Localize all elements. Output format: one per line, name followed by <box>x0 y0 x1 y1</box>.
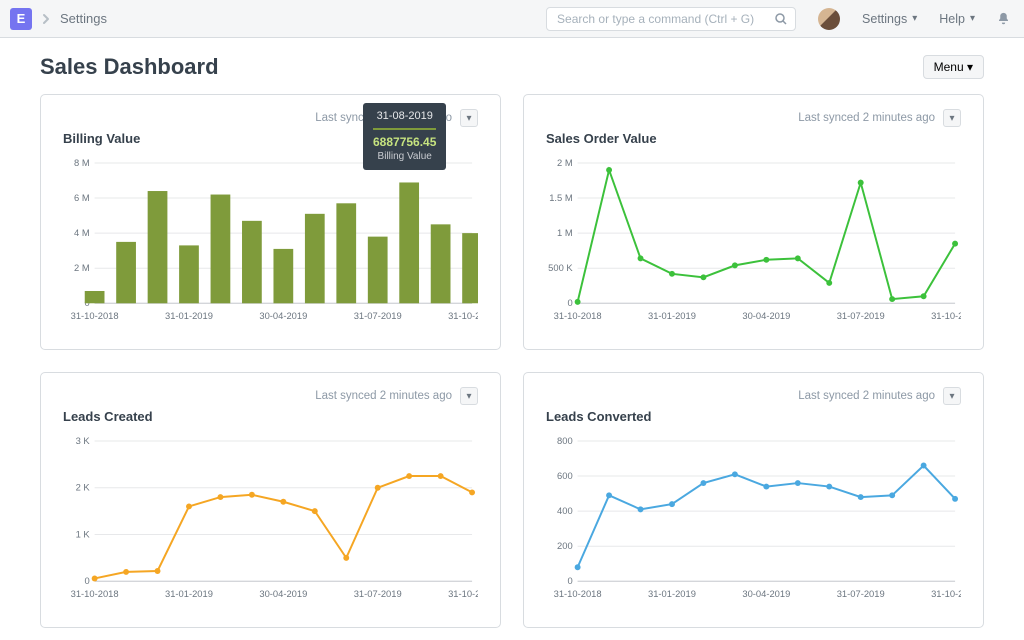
chart-billing-value: 02 M4 M6 M8 M31-10-201831-01-201930-04-2… <box>63 156 478 330</box>
svg-text:31-10-2018: 31-10-2018 <box>554 311 602 321</box>
svg-text:1 M: 1 M <box>557 228 573 238</box>
svg-text:31-07-2019: 31-07-2019 <box>837 589 885 599</box>
chart-tooltip: 31-08-2019 6887756.45 Billing Value <box>363 103 446 170</box>
svg-text:30-04-2019: 30-04-2019 <box>259 589 307 599</box>
svg-text:30-04-2019: 30-04-2019 <box>259 311 307 321</box>
app-logo[interactable]: E <box>10 8 32 30</box>
sync-label: Last synced 2 minutes ago <box>315 390 452 402</box>
svg-text:500 K: 500 K <box>548 263 573 273</box>
svg-text:31-10-2018: 31-10-2018 <box>71 589 119 599</box>
svg-text:1 K: 1 K <box>76 529 91 539</box>
card-leads-created: Last synced 2 minutes ago ▾ Leads Create… <box>40 372 501 628</box>
chart-title: Leads Converted <box>546 409 961 424</box>
card-sales-order-value: Last synced 2 minutes ago ▾ Sales Order … <box>523 94 984 350</box>
svg-text:31-07-2019: 31-07-2019 <box>354 589 402 599</box>
svg-text:1.5 M: 1.5 M <box>549 193 573 203</box>
svg-text:6 M: 6 M <box>74 193 90 203</box>
svg-text:400: 400 <box>557 506 573 516</box>
svg-text:0: 0 <box>567 298 572 308</box>
breadcrumb[interactable]: Settings <box>60 11 107 26</box>
sync-label: Last synced 2 minutes ago <box>798 390 935 402</box>
card-menu-button[interactable]: ▾ <box>943 387 961 405</box>
svg-text:31-10-2019: 31-10-2019 <box>931 589 961 599</box>
nav-settings[interactable]: Settings <box>862 12 917 26</box>
sync-label: Last synced 2 minutes ago <box>798 112 935 124</box>
card-billing-value: Last synced 2 minutes ago ▾ 31-08-2019 6… <box>40 94 501 350</box>
svg-text:30-04-2019: 30-04-2019 <box>742 311 790 321</box>
svg-text:8 M: 8 M <box>74 158 90 168</box>
chart-sales-order-value: 0 500 K 1 M 1.5 M 2 M 31-10-2018 31-01-2019 30-… <box>546 156 961 330</box>
svg-text:0: 0 <box>84 576 89 586</box>
card-menu-button[interactable]: ▾ <box>943 109 961 127</box>
tooltip-value: 6887756.45 <box>373 134 436 150</box>
card-menu-button[interactable]: ▾ <box>460 387 478 405</box>
chevron-right-icon <box>40 13 52 25</box>
tooltip-label: Billing Value <box>373 150 436 164</box>
dashboard-grid: Last synced 2 minutes ago ▾ 31-08-2019 6… <box>0 94 1024 628</box>
chart-leads-converted: 0 200 400 600 800 31-10-2018 31-01-2019 30-04-2… <box>546 434 961 608</box>
nav-help[interactable]: Help <box>939 12 975 26</box>
page-title: Sales Dashboard <box>40 54 219 80</box>
search-input[interactable] <box>555 11 769 27</box>
svg-text:600: 600 <box>557 471 573 481</box>
svg-text:2 M: 2 M <box>74 263 90 273</box>
svg-text:31-01-2019: 31-01-2019 <box>648 589 696 599</box>
svg-text:31-10-2019: 31-10-2019 <box>448 311 478 321</box>
svg-text:31-10-2019: 31-10-2019 <box>931 311 961 321</box>
card-leads-converted: Last synced 2 minutes ago ▾ Leads Conver… <box>523 372 984 628</box>
svg-text:31-10-2018: 31-10-2018 <box>554 589 602 599</box>
svg-text:3 K: 3 K <box>76 436 91 446</box>
chart-title: Sales Order Value <box>546 131 961 146</box>
svg-text:31-01-2019: 31-01-2019 <box>165 589 213 599</box>
chart-title: Leads Created <box>63 409 478 424</box>
svg-text:31-10-2019: 31-10-2019 <box>448 589 478 599</box>
svg-text:4 M: 4 M <box>74 228 90 238</box>
svg-text:200: 200 <box>557 541 573 551</box>
menu-button[interactable]: Menu ▾ <box>923 55 984 79</box>
chart-leads-created: 0 1 K 2 K 3 K 31-10-2018 31-01-2019 30-04-2019… <box>63 434 478 608</box>
svg-text:800: 800 <box>557 436 573 446</box>
svg-text:31-07-2019: 31-07-2019 <box>354 311 402 321</box>
search-box[interactable] <box>546 7 796 31</box>
svg-text:31-10-2018: 31-10-2018 <box>71 311 119 321</box>
svg-text:31-01-2019: 31-01-2019 <box>648 311 696 321</box>
bell-icon[interactable] <box>997 12 1010 25</box>
svg-text:30-04-2019: 30-04-2019 <box>742 589 790 599</box>
svg-text:2 M: 2 M <box>557 158 573 168</box>
search-icon <box>775 13 787 25</box>
svg-text:0: 0 <box>567 576 572 586</box>
tooltip-date: 31-08-2019 <box>373 109 436 130</box>
avatar[interactable] <box>818 8 840 30</box>
svg-text:31-01-2019: 31-01-2019 <box>165 311 213 321</box>
svg-text:2 K: 2 K <box>76 483 91 493</box>
top-nav: E Settings Settings Help <box>0 0 1024 38</box>
card-menu-button[interactable]: ▾ <box>460 109 478 127</box>
svg-text:31-07-2019: 31-07-2019 <box>837 311 885 321</box>
page-header: Sales Dashboard Menu ▾ <box>0 38 1024 94</box>
